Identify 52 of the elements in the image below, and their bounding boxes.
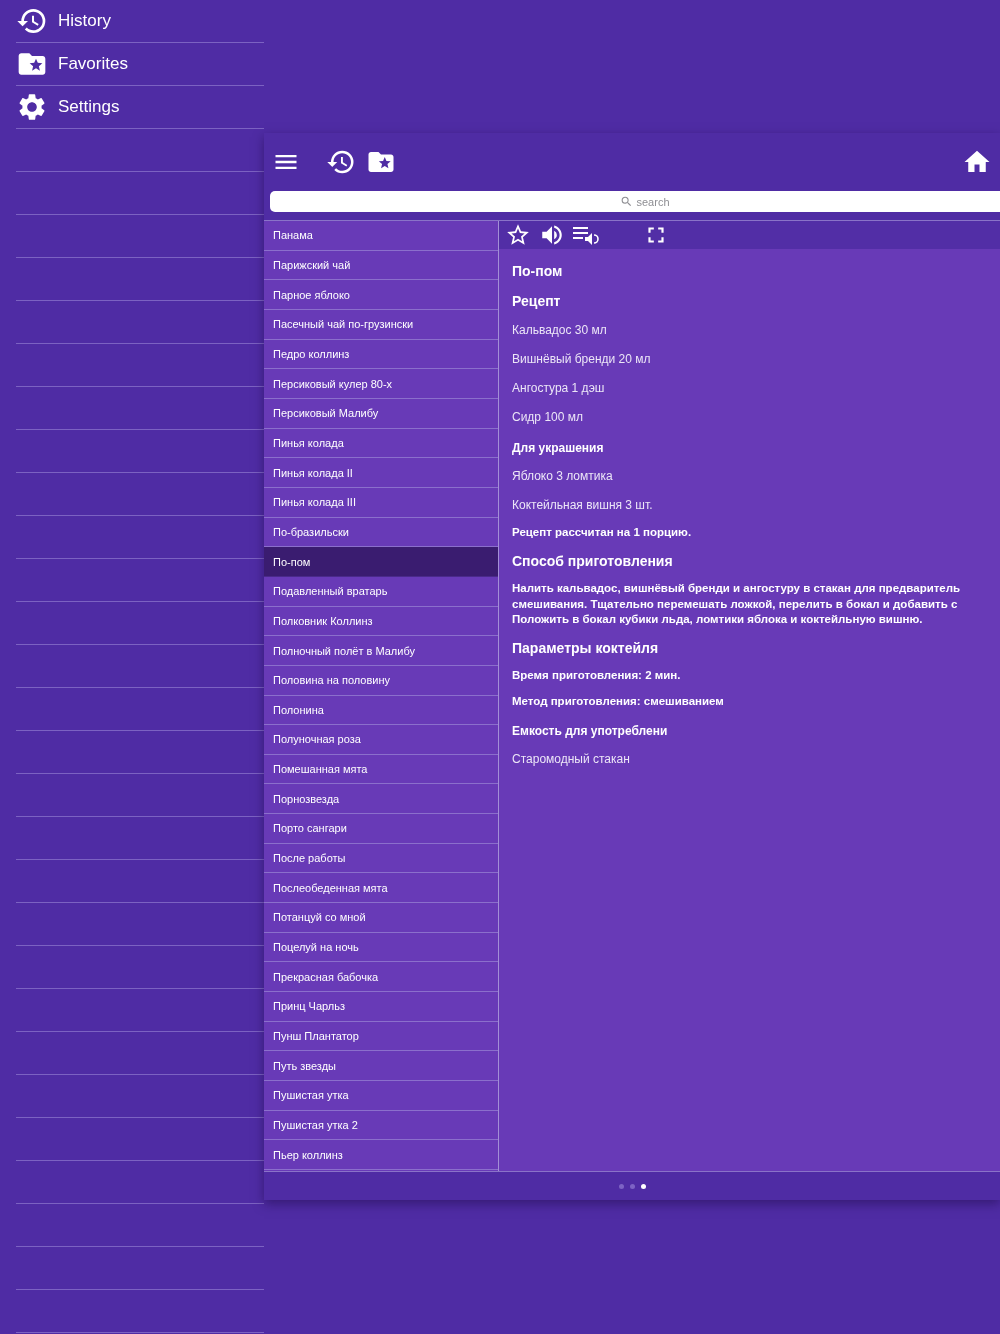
cocktail-list-item[interactable]: Потанцуй со мной [264, 903, 498, 933]
side-menu-item[interactable]: Settings [16, 86, 264, 129]
cocktail-list-item[interactable]: Полночный полёт в Малибу [264, 636, 498, 666]
cocktail-list-item[interactable]: Путь звезды [264, 1051, 498, 1082]
side-menu-item[interactable]: History [16, 0, 264, 43]
cocktail-list-item[interactable]: Порто сангари [264, 814, 498, 844]
cocktail-list-item[interactable]: Полуночная роза [264, 725, 498, 755]
cocktail-list-item[interactable]: Половина на половину [264, 665, 498, 696]
cocktail-list-item[interactable]: Прекрасная бабочка [264, 962, 498, 993]
instructions-paragraph: Налить кальвадос, вишнёвый бренди и ангостуру в стакан для предваритель смешивания. Тщательно перемешать ложкой, перелить в бокал и добавить с Положить в бокал кубики льда, ломтики яблока и коктейльную вишню. [512, 581, 962, 627]
recipe-line: Коктейльная вишня 3 шт. [512, 498, 654, 512]
section-heading: Емкость для употреблени [512, 723, 669, 738]
cocktail-list-item[interactable]: Пьер коллинз [264, 1140, 498, 1170]
cocktail-list-item[interactable]: Полонина [264, 695, 498, 726]
recipe-line: Время приготовления: 2 мин. [512, 668, 682, 681]
side-menu-item[interactable]: Favorites [16, 43, 264, 86]
cocktail-list-item[interactable]: Поцелуй на ночь [264, 932, 498, 963]
recipe-line: Старомодный стакан [512, 751, 631, 766]
recipe-line: Яблоко 3 ломтика [512, 469, 614, 483]
cocktail-list-item[interactable]: Пунш Плантатор [264, 1021, 498, 1052]
recipe-line: Рецепт рассчитан на 1 порцию. [512, 526, 693, 538]
recipe-line: Сидр 100 мл [512, 410, 584, 424]
section-heading: Способ приготовления [512, 553, 674, 569]
recipe-line: Ангостура 1 дэш [512, 381, 606, 395]
recipe-line: Кальвадос 30 мл [512, 323, 608, 337]
cocktail-list-item[interactable]: Пинья колада II [264, 458, 498, 488]
cocktail-list-item[interactable]: Персиковый кулер 80-х [264, 369, 498, 399]
cocktail-list-item[interactable]: Педро коллинз [264, 339, 498, 370]
recipe-line: Метод приготовления: смешиванием [512, 694, 725, 707]
section-heading: Параметры коктейля [512, 639, 660, 656]
cocktail-list-item[interactable]: Панама [264, 221, 498, 251]
cocktail-list-item[interactable]: Принц Чарльз [264, 992, 498, 1022]
cocktail-title: По-пом [512, 263, 564, 279]
cocktail-list-item[interactable]: Послеобеденная мята [264, 873, 498, 904]
section-heading: Для украшения [512, 441, 605, 455]
cocktail-list-item[interactable]: Пушистая утка [264, 1081, 498, 1111]
cocktail-list-item[interactable]: Парижский чай [264, 250, 498, 281]
cocktail-list-item[interactable]: Пинья колада [264, 428, 498, 459]
cocktail-list-item[interactable]: Пасечный чай по-грузински [264, 309, 498, 340]
cocktail-list-item[interactable]: Персиковый Малибу [264, 398, 498, 429]
cocktail-list-item[interactable]: Пушистая утка 2 [264, 1110, 498, 1141]
section-heading: Рецепт [512, 293, 562, 309]
cocktail-list-item[interactable]: По-пом [264, 547, 498, 577]
cocktail-list-item[interactable]: После работы [264, 843, 498, 874]
cocktail-list-item[interactable]: Полковник Коллинз [264, 606, 498, 637]
cocktail-list-item[interactable]: Подавленный вратарь [264, 576, 498, 607]
cocktail-list-item[interactable]: Порнозвезда [264, 784, 498, 815]
search-field[interactable]: search [270, 191, 1000, 212]
cocktail-list-item[interactable]: Помешанная мята [264, 754, 498, 785]
cocktail-list-item[interactable]: Парное яблоко [264, 280, 498, 310]
recipe-line: Вишнёвый бренди 20 мл [512, 352, 652, 366]
cocktail-list-item[interactable]: Пинья колада III [264, 487, 498, 518]
